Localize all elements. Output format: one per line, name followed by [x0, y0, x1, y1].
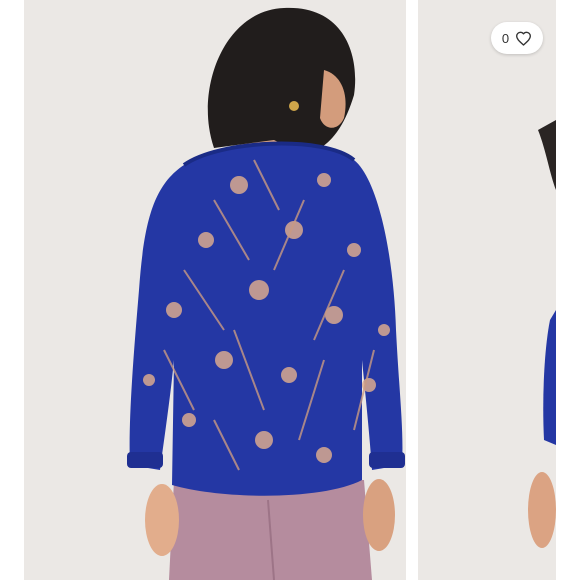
model-side-photo — [418, 0, 556, 580]
like-count: 0 — [501, 30, 510, 46]
model-back-photo — [24, 0, 406, 580]
heart-outline-icon — [516, 31, 532, 46]
product-image-gallery[interactable]: 0 — [0, 0, 580, 580]
product-image-secondary[interactable] — [418, 0, 556, 580]
like-button[interactable]: 0 — [491, 22, 543, 54]
product-image-main[interactable] — [24, 0, 406, 580]
